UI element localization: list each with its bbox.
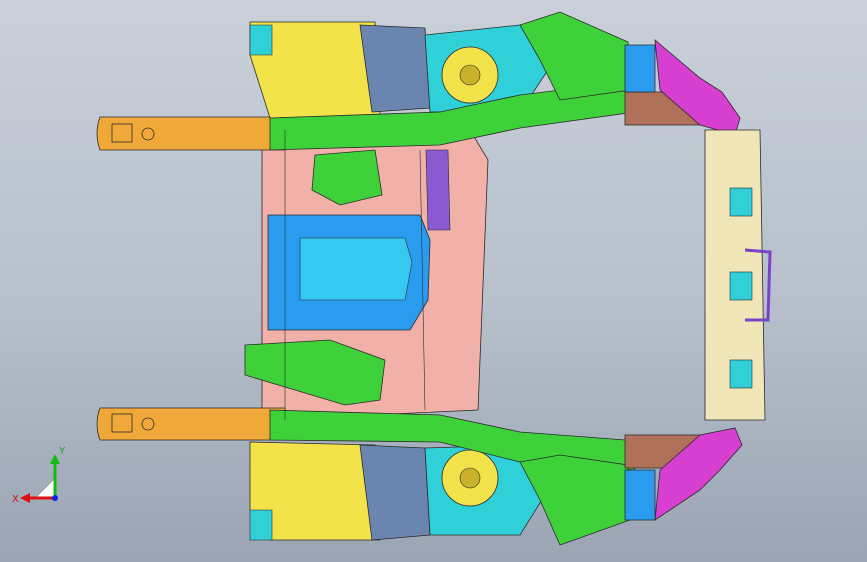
upper-front-rail[interactable] bbox=[96, 116, 286, 151]
radiator-clip-1[interactable] bbox=[729, 187, 753, 217]
z-axis-marker bbox=[52, 495, 58, 501]
triad-plane bbox=[34, 477, 56, 499]
vehicle-frame-model[interactable] bbox=[0, 0, 867, 562]
radiator-clip-3[interactable] bbox=[729, 359, 753, 389]
lower-cyan-bracket[interactable] bbox=[249, 509, 273, 541]
lower-cyan-connector[interactable] bbox=[624, 469, 656, 521]
y-axis-label: Y bbox=[58, 446, 66, 457]
lower-front-rail[interactable] bbox=[96, 407, 286, 441]
center-tunnel-highlight[interactable] bbox=[299, 237, 413, 301]
purple-strip[interactable] bbox=[425, 149, 451, 231]
radiator-clip-2[interactable] bbox=[729, 271, 753, 301]
lower-slate-panel[interactable] bbox=[359, 444, 431, 541]
x-axis-arrow bbox=[20, 493, 30, 503]
lower-strut-mount-hole bbox=[459, 467, 481, 489]
cad-viewport[interactable]: Y X bbox=[0, 0, 867, 562]
upper-cyan-bracket[interactable] bbox=[249, 24, 273, 56]
x-axis-label: X bbox=[12, 494, 19, 505]
upper-cyan-connector[interactable] bbox=[624, 44, 656, 93]
upper-strut-mount-hole bbox=[459, 64, 481, 86]
axis-triad: Y X bbox=[12, 446, 66, 505]
upper-slate-panel[interactable] bbox=[359, 24, 431, 113]
